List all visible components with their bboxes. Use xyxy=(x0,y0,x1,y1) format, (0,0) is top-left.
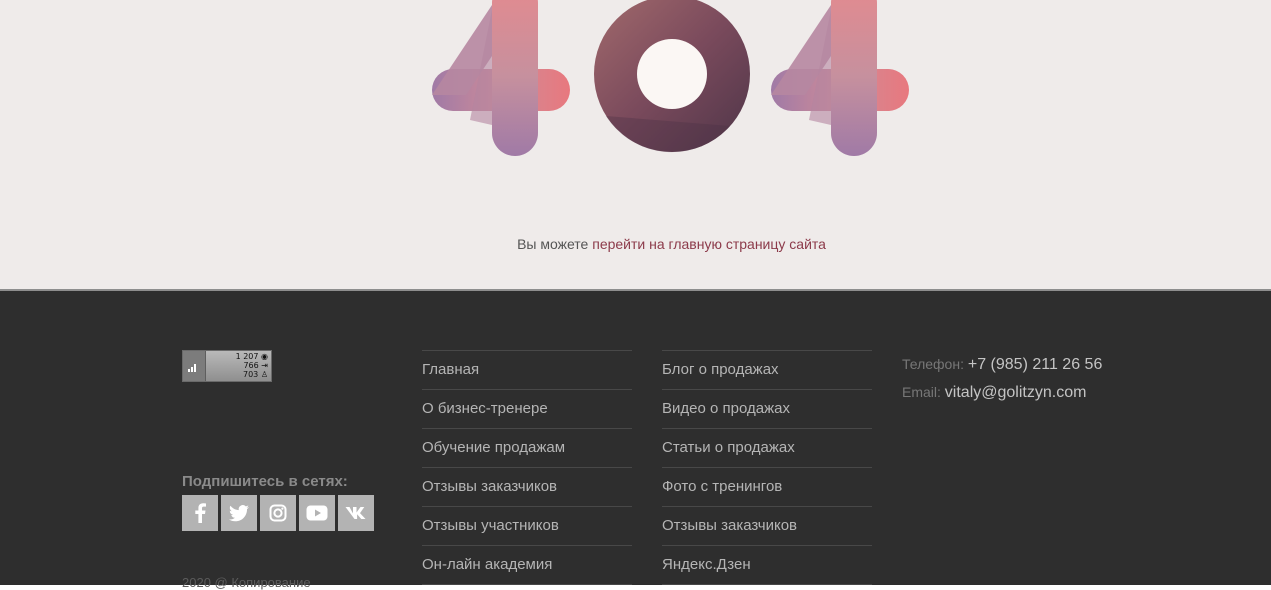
menu-item-about-trainer[interactable]: О бизнес-тренере xyxy=(422,390,632,429)
digit-zero xyxy=(594,0,750,153)
instagram-icon[interactable] xyxy=(260,495,296,531)
phone-label: Телефон: xyxy=(902,356,964,372)
footer-menu-content: Блог о продажах Видео о продажах Статьи … xyxy=(662,350,872,585)
error-section: Вы можете перейти на главную страницу са… xyxy=(0,0,1271,289)
email-row: Email: vitaly@golitzyn.com xyxy=(902,381,1102,409)
menu-item-home[interactable]: Главная xyxy=(422,351,632,390)
stats-bars-icon xyxy=(183,351,206,381)
menu-item-client-reviews-2[interactable]: Отзывы заказчиков xyxy=(662,507,872,546)
menu-item-sales-video[interactable]: Видео о продажах xyxy=(662,390,872,429)
counter-visits: 766 xyxy=(243,361,259,370)
youtube-icon[interactable] xyxy=(299,495,335,531)
menu-item-client-reviews[interactable]: Отзывы заказчиков xyxy=(422,468,632,507)
digit-four-left xyxy=(432,0,570,156)
error-message-text: Вы можете xyxy=(517,236,589,252)
copyright: 2020 @ Копирование xyxy=(182,575,311,590)
menu-item-online-academy[interactable]: Он-лайн академия xyxy=(422,546,632,585)
counter-values: 1 207 ◉ 766 ⇥ 703 ♙ xyxy=(235,352,268,379)
email-link[interactable]: vitaly@golitzyn.com xyxy=(945,384,1087,401)
phone-row: Телефон: +7 (985) 211 26 56 xyxy=(902,353,1102,381)
home-page-link[interactable]: перейти на главную страницу сайта xyxy=(592,236,826,252)
footer-menu-main: Главная О бизнес-тренере Обучение продаж… xyxy=(422,350,632,585)
social-title: Подпишитесь в сетях: xyxy=(182,473,348,490)
error-message: Вы можете перейти на главную страницу са… xyxy=(0,236,1271,252)
email-label: Email: xyxy=(902,384,941,400)
counter-views: 1 207 xyxy=(235,352,259,361)
error-404-graphic xyxy=(430,0,912,160)
social-links xyxy=(182,495,374,531)
menu-item-sales-training[interactable]: Обучение продажам xyxy=(422,429,632,468)
footer: 1 207 ◉ 766 ⇥ 703 ♙ Подпишитесь в сетях:… xyxy=(0,291,1271,590)
menu-item-participant-reviews[interactable]: Отзывы участников xyxy=(422,507,632,546)
menu-item-yandex-zen[interactable]: Яндекс.Дзен xyxy=(662,546,872,585)
menu-item-sales-blog[interactable]: Блог о продажах xyxy=(662,351,872,390)
menu-item-training-photos[interactable]: Фото с тренингов xyxy=(662,468,872,507)
twitter-icon[interactable] xyxy=(221,495,257,531)
phone-link[interactable]: +7 (985) 211 26 56 xyxy=(968,356,1102,373)
counter-visitors: 703 xyxy=(243,370,259,379)
menu-item-sales-articles[interactable]: Статьи о продажах xyxy=(662,429,872,468)
facebook-icon[interactable] xyxy=(182,495,218,531)
contacts: Телефон: +7 (985) 211 26 56 Email: vital… xyxy=(902,353,1102,409)
vk-icon[interactable] xyxy=(338,495,374,531)
digit-four-right xyxy=(771,0,909,156)
visit-counter-widget[interactable]: 1 207 ◉ 766 ⇥ 703 ♙ xyxy=(182,350,272,382)
